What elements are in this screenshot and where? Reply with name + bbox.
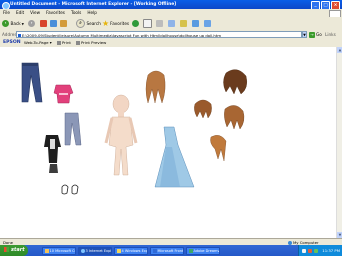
- menu-tools[interactable]: Tools: [68, 9, 84, 17]
- stop-button[interactable]: [40, 19, 47, 28]
- research-button[interactable]: [204, 19, 211, 28]
- start-label: start: [11, 247, 25, 253]
- taskbar-item-internet-explorer[interactable]: 3 Internet Expl...: [78, 246, 112, 255]
- menu-view[interactable]: View: [27, 9, 43, 17]
- epson-print-label: Print: [62, 40, 71, 45]
- media-icon: [132, 20, 139, 27]
- search-icon: ⌕: [76, 19, 85, 28]
- short-brown-hair-item[interactable]: [194, 99, 212, 119]
- office-icon: [44, 248, 49, 253]
- task-label: 4 Windows Exp...: [121, 248, 148, 253]
- taskbar-item-windows-explorer[interactable]: 4 Windows Exp...: [114, 246, 148, 255]
- favorites-label: Favorites: [110, 21, 130, 26]
- print-preview-label: Print Preview: [81, 40, 107, 45]
- preview-icon: [76, 41, 80, 45]
- computer-icon: [288, 240, 292, 245]
- dreamweaver-icon: [188, 248, 193, 253]
- go-arrow-icon: →: [309, 31, 315, 38]
- system-tray: 11:37 PM: [298, 245, 342, 256]
- epson-logo: EPSON: [3, 40, 21, 45]
- vertical-scrollbar[interactable]: ▲ ▼: [336, 47, 342, 238]
- printer-icon: [57, 41, 61, 45]
- taskbar-item-dreamweaver[interactable]: Adobe Dreamv...: [186, 246, 220, 255]
- search-label: Search: [86, 21, 101, 26]
- messenger-icon: [192, 20, 199, 27]
- task-label: Adobe Dreamv...: [193, 248, 220, 253]
- internet-explorer-icon: [80, 248, 85, 253]
- long-brown-hair-item[interactable]: [145, 70, 166, 104]
- edit-icon: [168, 20, 175, 27]
- back-label: Back: [10, 21, 21, 26]
- page-icon: [18, 33, 21, 37]
- print-preview-button[interactable]: Print Preview: [76, 39, 106, 47]
- favorites-button[interactable]: ★ Favorites: [102, 19, 129, 28]
- title-bar: Untitled Document - Microsoft Internet E…: [0, 0, 342, 10]
- address-input[interactable]: E:\2009-09\Student\leisure\Autumn Multim…: [16, 31, 302, 38]
- printer-icon: [156, 20, 163, 27]
- side-hair-item[interactable]: [210, 135, 227, 162]
- star-icon: ★: [102, 19, 110, 28]
- back-button[interactable]: ‹ Back ▼: [2, 19, 24, 28]
- menu-edit[interactable]: Edit: [13, 9, 27, 17]
- web-to-page-button[interactable]: Web-To-Page ▾: [24, 39, 52, 47]
- task-label: Microsoft Front...: [157, 248, 184, 253]
- blue-gown-item[interactable]: [154, 126, 195, 188]
- web-to-page-label: Web-To-Page: [24, 40, 49, 45]
- mail-button[interactable]: [143, 19, 152, 28]
- back-arrow-icon: ‹: [2, 20, 9, 27]
- research-icon: [204, 20, 211, 27]
- home-button[interactable]: [60, 19, 67, 28]
- mail-icon: [143, 19, 152, 28]
- wavy-brown-hair-item[interactable]: [224, 105, 245, 130]
- start-button[interactable]: start: [0, 245, 28, 256]
- task-label: 10 Microsoft Cu...: [49, 248, 76, 253]
- forward-arrow-icon: ›: [28, 20, 35, 27]
- tray-icon[interactable]: [308, 248, 312, 253]
- epson-print-button[interactable]: Print: [57, 39, 71, 47]
- scroll-up-button[interactable]: ▲: [337, 47, 342, 53]
- taskbar: start 10 Microsoft Cu... 3 Internet Expl…: [0, 245, 342, 256]
- go-label: Go: [316, 32, 322, 37]
- folder-icon: [180, 20, 187, 27]
- tray-icon[interactable]: [302, 248, 306, 253]
- taskbar-item-frontpage[interactable]: Microsoft Front...: [150, 246, 184, 255]
- sandals-item[interactable]: [61, 184, 79, 195]
- task-label: 3 Internet Expl...: [85, 248, 112, 253]
- address-dropdown-button[interactable]: ▼: [302, 31, 307, 38]
- print-toolbar-button[interactable]: [156, 19, 163, 28]
- tray-icon[interactable]: [314, 248, 318, 253]
- jeans-item[interactable]: [21, 62, 43, 103]
- search-button[interactable]: ⌕ Search: [76, 19, 101, 28]
- standard-toolbar: ‹ Back ▼ › ⌕ Search ★ Favorites: [0, 17, 342, 31]
- discuss-button[interactable]: [180, 19, 187, 28]
- chevron-down-icon: ▼: [21, 21, 24, 26]
- taskbar-item-microsoft-cu[interactable]: 10 Microsoft Cu...: [42, 246, 76, 255]
- home-icon: [60, 20, 67, 27]
- media-button[interactable]: [132, 19, 141, 28]
- address-value: E:\2009-09\Student\leisure\Autumn Multim…: [22, 33, 222, 38]
- frontpage-icon: [152, 248, 157, 253]
- messenger-button[interactable]: [192, 19, 199, 28]
- dollhouse-canvas: [21, 62, 248, 195]
- window-title: Untitled Document - Microsoft Internet E…: [10, 2, 177, 7]
- page-content: [0, 47, 336, 238]
- clock: 11:37 PM: [322, 248, 340, 253]
- links-button[interactable]: Links: [325, 30, 336, 39]
- go-button[interactable]: → Go: [309, 31, 322, 38]
- stop-icon: [40, 20, 47, 27]
- forward-button[interactable]: ›: [28, 19, 37, 28]
- refresh-button[interactable]: [50, 19, 57, 28]
- edit-button[interactable]: [168, 19, 175, 28]
- menu-file[interactable]: File: [0, 9, 13, 17]
- pink-top-item[interactable]: [53, 84, 74, 104]
- doll-figure[interactable]: [104, 94, 138, 176]
- menu-favorites[interactable]: Favorites: [43, 9, 68, 17]
- dark-curly-hair-item[interactable]: [223, 69, 248, 95]
- grey-jeans-item[interactable]: [64, 112, 82, 146]
- windows-logo-icon: [4, 247, 9, 252]
- menu-help[interactable]: Help: [84, 9, 100, 17]
- folder-icon: [116, 248, 121, 253]
- black-outfit-item[interactable]: [44, 135, 61, 173]
- refresh-icon: [50, 20, 57, 27]
